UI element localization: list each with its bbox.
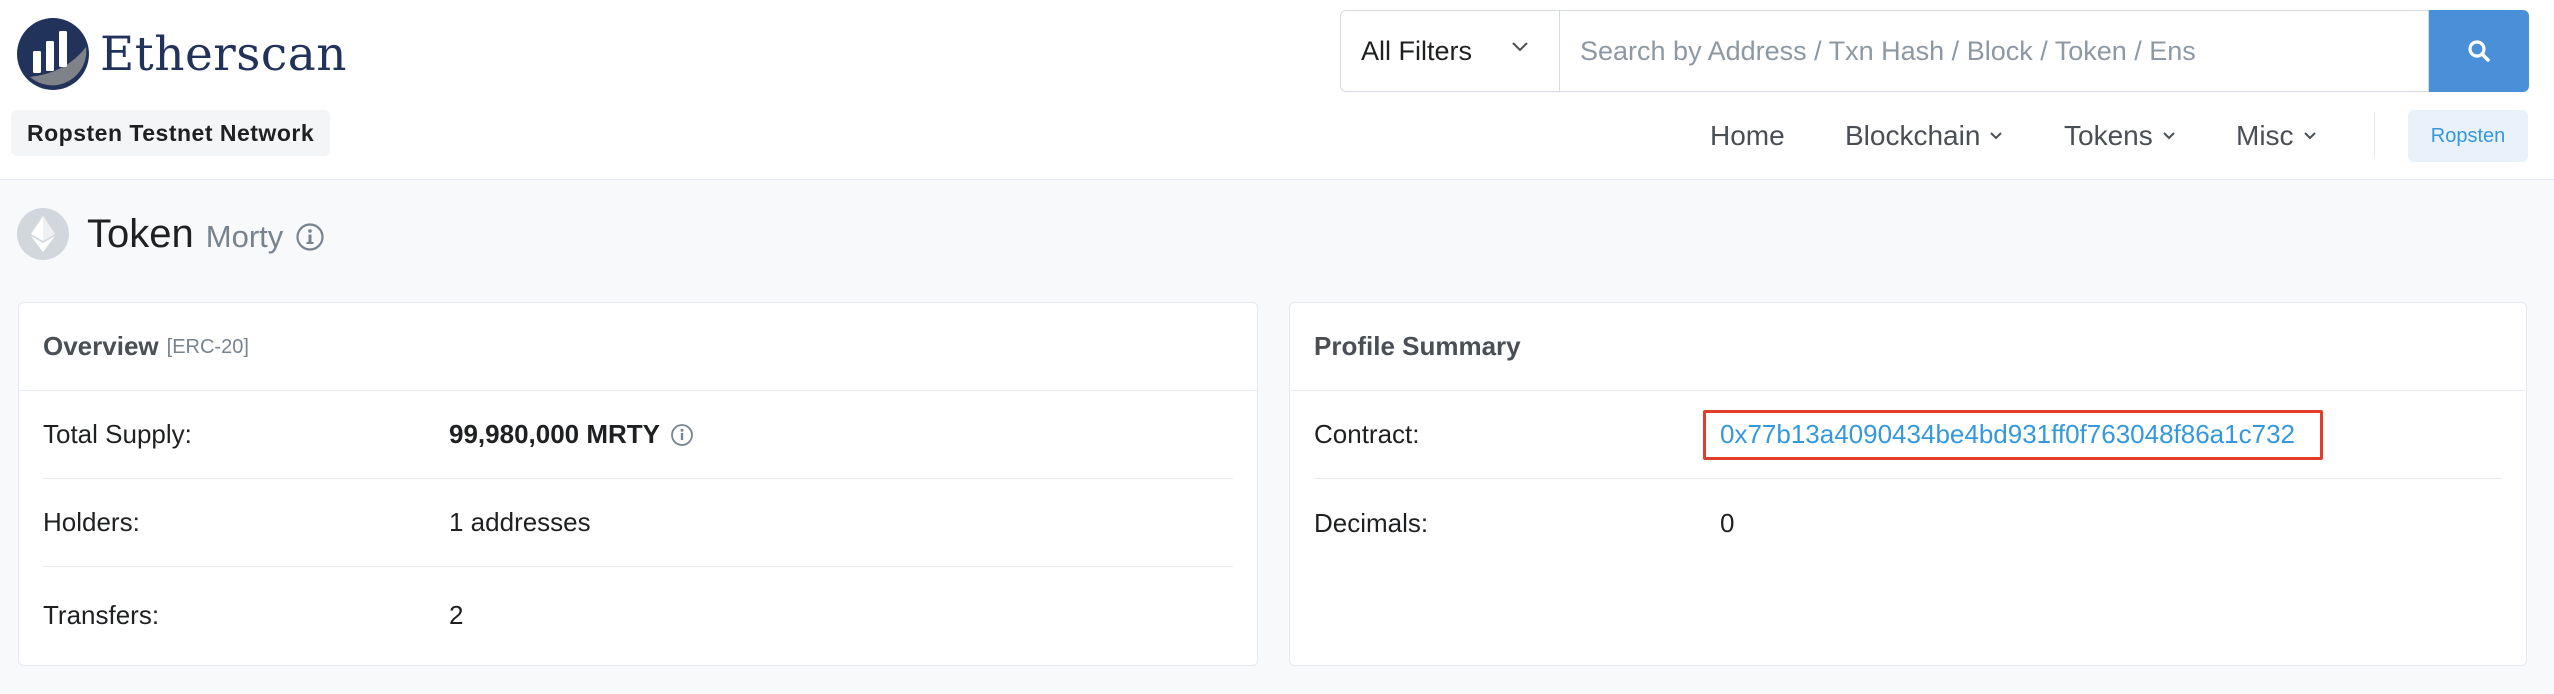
nav-misc[interactable]: Misc [2236,108,2316,164]
main-nav: Home Blockchain Tokens Misc [0,108,2554,164]
search-icon [2468,40,2490,62]
chevron-down-icon [1512,42,1528,52]
holders-row: Holders: 1 addresses [43,479,1233,567]
total-supply-value-wrap: 99,980,000 MRTY [449,419,694,450]
profile-summary-card: Profile Summary Contract: 0x77b13a409043… [1289,302,2527,666]
nav-misc-label: Misc [2236,120,2294,151]
overview-card-header: Overview [ERC-20] [19,303,1257,391]
nav-home-label: Home [1710,120,1785,151]
chevron-down-icon [2303,132,2316,140]
token-name: Morty [205,219,284,254]
page-title-row: Token Morty [17,206,325,262]
transfers-label: Transfers: [43,599,160,630]
site-header: Etherscan Ropsten Testnet Network All Fi… [0,0,2554,180]
filter-label: All Filters [1361,35,1473,66]
profile-summary-title: Profile Summary [1314,331,1521,361]
page-title: Token [87,211,194,256]
search-button[interactable] [2429,10,2529,92]
decimals-value: 0 [1720,507,1735,538]
chevron-down-icon [2163,132,2175,140]
overview-title: Overview [43,331,159,361]
ethereum-icon [31,216,55,252]
decimals-label: Decimals: [1314,507,1429,538]
search-filter-select[interactable]: All Filters [1340,10,1559,92]
holders-value: 1 addresses [449,507,591,537]
contract-highlight-box [1703,410,2323,460]
total-supply-label: Total Supply: [43,419,192,449]
search-bar: All Filters [1340,10,2529,92]
nav-divider [2374,112,2375,158]
total-supply-value: 99,980,000 MRTY [449,419,661,449]
token-logo [17,208,69,260]
info-icon[interactable] [670,423,694,447]
logo[interactable]: Etherscan [16,14,347,94]
etherscan-logo-icon [17,18,89,90]
transfers-value: 2 [449,599,464,630]
info-icon[interactable] [295,222,325,252]
nav-tokens[interactable]: Tokens [2064,108,2175,164]
nav-blockchain-label: Blockchain [1845,120,1981,151]
decimals-row: Decimals: 0 [1314,479,2502,567]
chevron-down-icon [1990,132,2003,140]
nav-home[interactable]: Home [1710,108,1785,164]
overview-card: Overview [ERC-20] Total Supply: 99,980,0… [18,302,1258,666]
search-input[interactable] [1559,10,2429,92]
token-standard-tag: [ERC-20] [166,336,249,358]
nav-tokens-label: Tokens [2064,120,2153,151]
holders-label: Holders: [43,507,140,537]
network-switch-button[interactable]: Ropsten [2408,110,2528,162]
total-supply-row: Total Supply: 99,980,000 MRTY [43,391,1233,479]
logo-text: Etherscan [100,26,347,82]
contract-label: Contract: [1314,419,1420,449]
nav-blockchain[interactable]: Blockchain [1845,108,2003,164]
profile-card-header: Profile Summary [1290,303,2526,391]
transfers-row: Transfers: 2 [43,571,1233,659]
